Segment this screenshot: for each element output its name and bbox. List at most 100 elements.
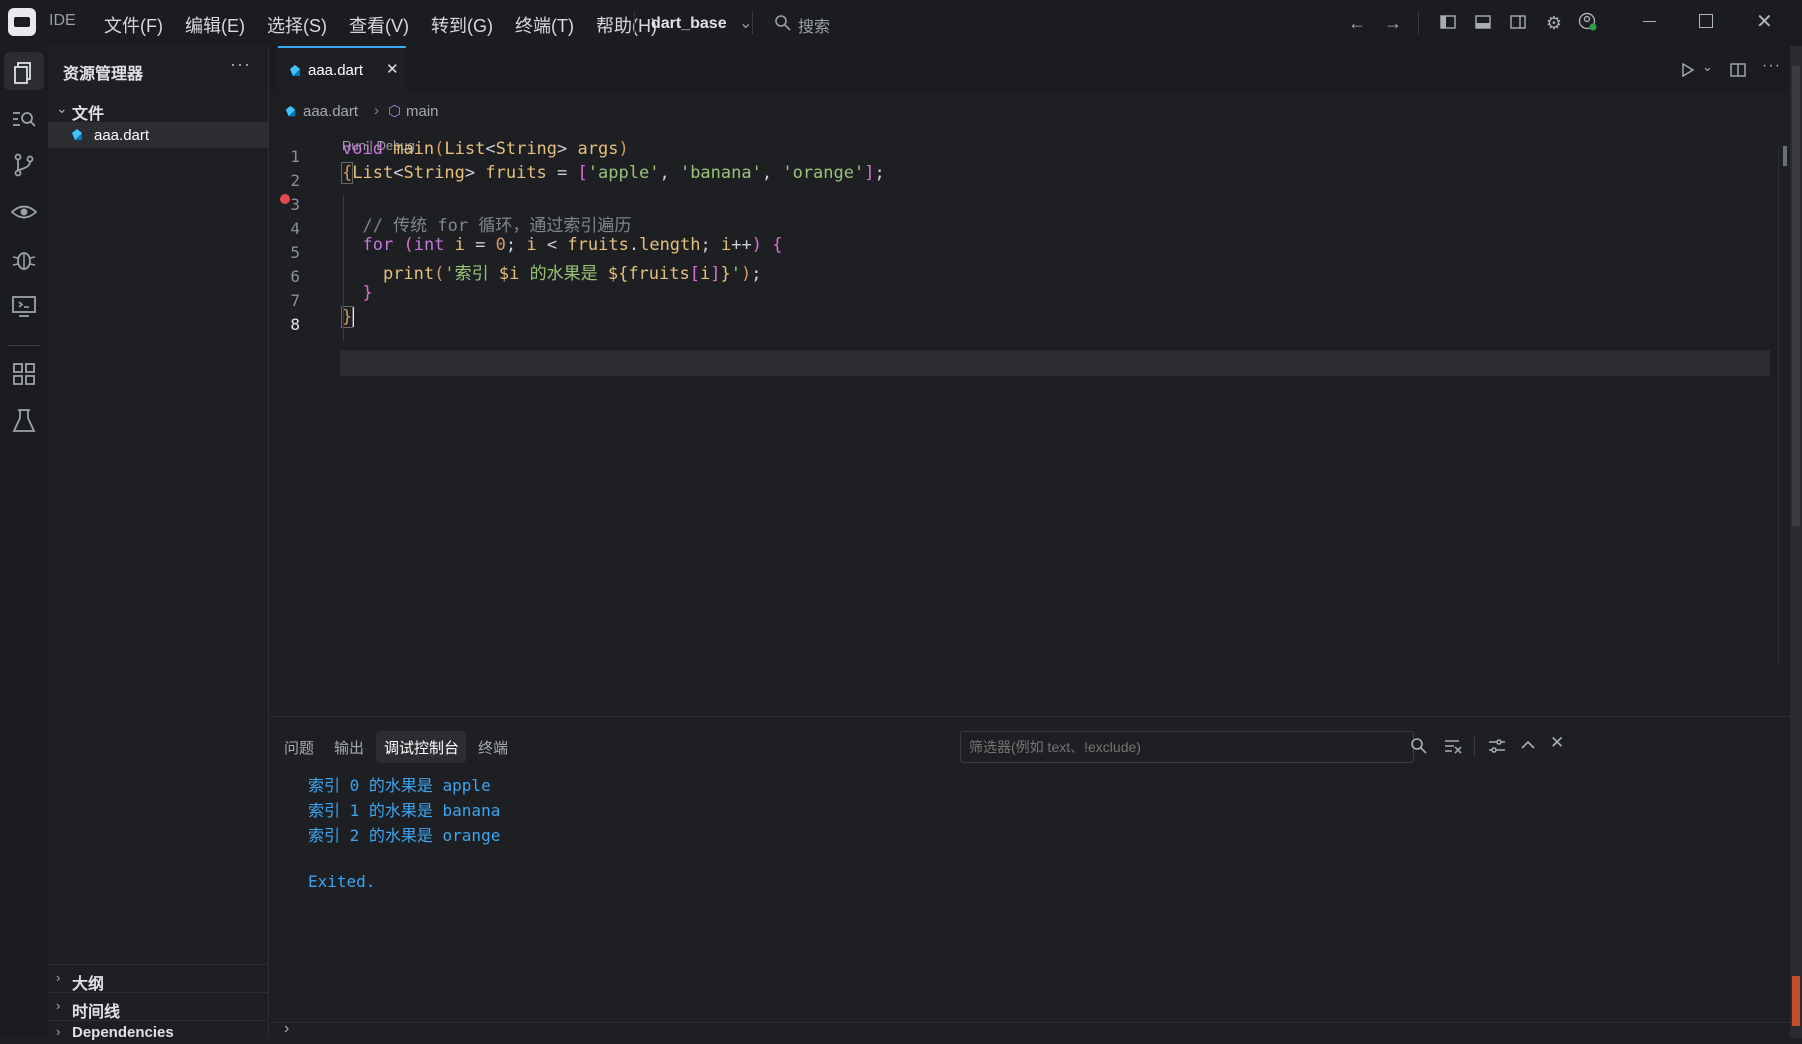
line-number: 5 [290, 243, 300, 262]
chevron-right-icon: › [56, 970, 61, 985]
menu-edit[interactable]: 编辑(E) [185, 12, 245, 38]
section-label-timeline: 时间线 [72, 1004, 121, 1021]
line-number-gutter: 1 2 3 4 5 6 7 8 [260, 46, 310, 716]
close-window-button[interactable]: ✕ [1756, 9, 1773, 34]
editor-more-icon[interactable]: ··· [1762, 57, 1781, 75]
title-bar: IDE 文件(F) 编辑(E) 选择(S) 查看(V) 转到(G) 终端(T) … [0, 0, 1802, 46]
folder-name: 文件 [72, 106, 105, 123]
code-line-5: for (int i = 0; i < fruits.length; i++) … [362, 235, 783, 255]
code-line-4: // 传统 for 循环，通过索引遍历 [342, 216, 632, 236]
chevron-right-icon: › [374, 102, 379, 119]
toggle-sidebar-icon[interactable] [1440, 14, 1456, 30]
outline-section[interactable]: › 大纲 [56, 968, 256, 993]
filter-input[interactable] [960, 731, 1414, 763]
chevron-right-icon: › [56, 1024, 61, 1039]
dart-file-icon [72, 129, 82, 140]
workspace-name: dart_base [651, 15, 727, 32]
close-tab-icon[interactable]: ✕ [386, 60, 399, 78]
chevron-down-icon: ⌄ [56, 100, 68, 116]
code-line-7: } [362, 283, 373, 303]
tab-terminal[interactable]: 终端 [478, 737, 508, 758]
section-label-dependencies: Dependencies [72, 1024, 174, 1041]
folder-row[interactable]: ⌄ 文件 [56, 98, 256, 123]
menu-bar: 文件(F) 编辑(E) 选择(S) 查看(V) 转到(G) 终端(T) 帮助(H… [104, 12, 679, 38]
menu-view[interactable]: 查看(V) [349, 12, 409, 38]
breakpoint-icon[interactable] [280, 194, 290, 204]
remote-explorer-icon[interactable] [9, 291, 39, 321]
timeline-section[interactable]: › 时间线 [56, 996, 256, 1021]
search-placeholder: 搜索 [798, 19, 831, 36]
current-line-highlight [340, 350, 1770, 376]
window-scrollbar[interactable] [1790, 46, 1802, 1038]
breadcrumb-file[interactable]: aaa.dart [303, 103, 358, 120]
toggle-panel-icon[interactable] [1475, 14, 1491, 30]
chevron-right-icon: › [56, 998, 61, 1013]
tab-bar: aaa.dart ✕ ⌄ ··· [270, 46, 1790, 94]
debug-icon[interactable] [9, 244, 39, 274]
console-line: Exited. [308, 872, 376, 891]
preview-icon[interactable] [9, 197, 39, 227]
line-number: 6 [290, 267, 300, 286]
back-arrow-icon[interactable]: ← [1346, 12, 1368, 34]
search-box[interactable]: 搜索 [772, 10, 952, 36]
close-panel-icon[interactable]: ✕ [1550, 733, 1564, 753]
file-name: aaa.dart [94, 127, 150, 144]
account-icon[interactable] [1578, 12, 1598, 32]
workspace-selector[interactable]: dart_base ⌄ [651, 13, 752, 33]
split-editor-icon[interactable] [1730, 62, 1746, 78]
bottom-panel: 问题 输出 调试控制台 终端 ✕ 索引 0 的水果是 apple 索引 1 的水… [270, 716, 1790, 1039]
app-logo-icon [8, 8, 36, 36]
forward-arrow-icon[interactable]: → [1382, 12, 1404, 34]
explorer-icon[interactable] [9, 58, 39, 88]
dependencies-section[interactable]: › Dependencies [56, 1022, 256, 1044]
minimize-button[interactable] [1643, 21, 1656, 22]
console-input-prompt-icon[interactable]: › [284, 1020, 289, 1038]
maximize-button[interactable] [1699, 14, 1713, 28]
tab-debug-console[interactable]: 调试控制台 [376, 731, 466, 763]
breadcrumb-symbol[interactable]: main [406, 103, 439, 120]
editor-area: aaa.dart ✕ ⌄ ··· aaa.dart › ⬡ main Run |… [270, 46, 1791, 716]
file-row-aaa-dart[interactable]: aaa.dart [48, 122, 268, 148]
code-lines[interactable]: void main(List<String> args) {List<Strin… [340, 139, 885, 328]
explorer-sidebar: 资源管理器 ··· ⌄ 文件 aaa.dart › 大纲 › 时间线 › Dep… [48, 46, 269, 1041]
source-control-icon[interactable] [9, 150, 39, 180]
code-line-6: print('索引 $i 的水果是 ${fruits[i]}'); [382, 264, 762, 284]
search-icon[interactable] [9, 104, 39, 134]
settings-gear-icon[interactable]: ⚙ [1543, 12, 1565, 34]
section-label-outline: 大纲 [72, 976, 105, 993]
search-icon [775, 15, 791, 31]
text-cursor [352, 307, 355, 327]
testing-icon[interactable] [9, 406, 39, 436]
indent-guide [343, 196, 344, 340]
app-name: IDE [49, 12, 76, 29]
toggle-secondary-sidebar-icon[interactable] [1510, 14, 1526, 30]
tab-label: aaa.dart [308, 62, 364, 79]
chevron-down-icon: ⌄ [739, 15, 753, 32]
tab-output[interactable]: 输出 [334, 737, 364, 758]
activity-bar [0, 46, 48, 1038]
menu-terminal[interactable]: 终端(T) [515, 12, 574, 38]
line-number: 8 [290, 315, 300, 334]
line-number: 1 [290, 147, 300, 166]
clear-console-icon[interactable] [1444, 738, 1462, 754]
menu-goto[interactable]: 转到(G) [431, 12, 493, 38]
panel-settings-icon[interactable] [1488, 738, 1506, 754]
extensions-icon[interactable] [9, 359, 39, 389]
line-number: 7 [290, 291, 300, 310]
menu-selection[interactable]: 选择(S) [267, 12, 327, 38]
method-symbol-icon: ⬡ [388, 103, 402, 120]
console-line: 索引 1 的水果是 banana [308, 801, 501, 820]
maximize-panel-icon[interactable] [1520, 737, 1536, 753]
menu-file[interactable]: 文件(F) [104, 12, 163, 38]
sidebar-title: 资源管理器 [63, 66, 144, 83]
code-line-1: void main(List<String> args) [342, 139, 629, 159]
tab-problems[interactable]: 问题 [284, 737, 314, 758]
more-actions-icon[interactable]: ··· [230, 54, 251, 75]
run-dropdown-icon[interactable]: ⌄ [1702, 59, 1713, 75]
run-icon[interactable] [1680, 62, 1696, 78]
menu-help[interactable]: 帮助(H) [596, 12, 657, 38]
line-number: 2 [290, 171, 300, 190]
search-icon[interactable] [1410, 737, 1428, 755]
code-line-2: {List<String> fruits = ['apple', 'banana… [340, 162, 885, 184]
console-line: 索引 2 的水果是 orange [308, 826, 501, 845]
